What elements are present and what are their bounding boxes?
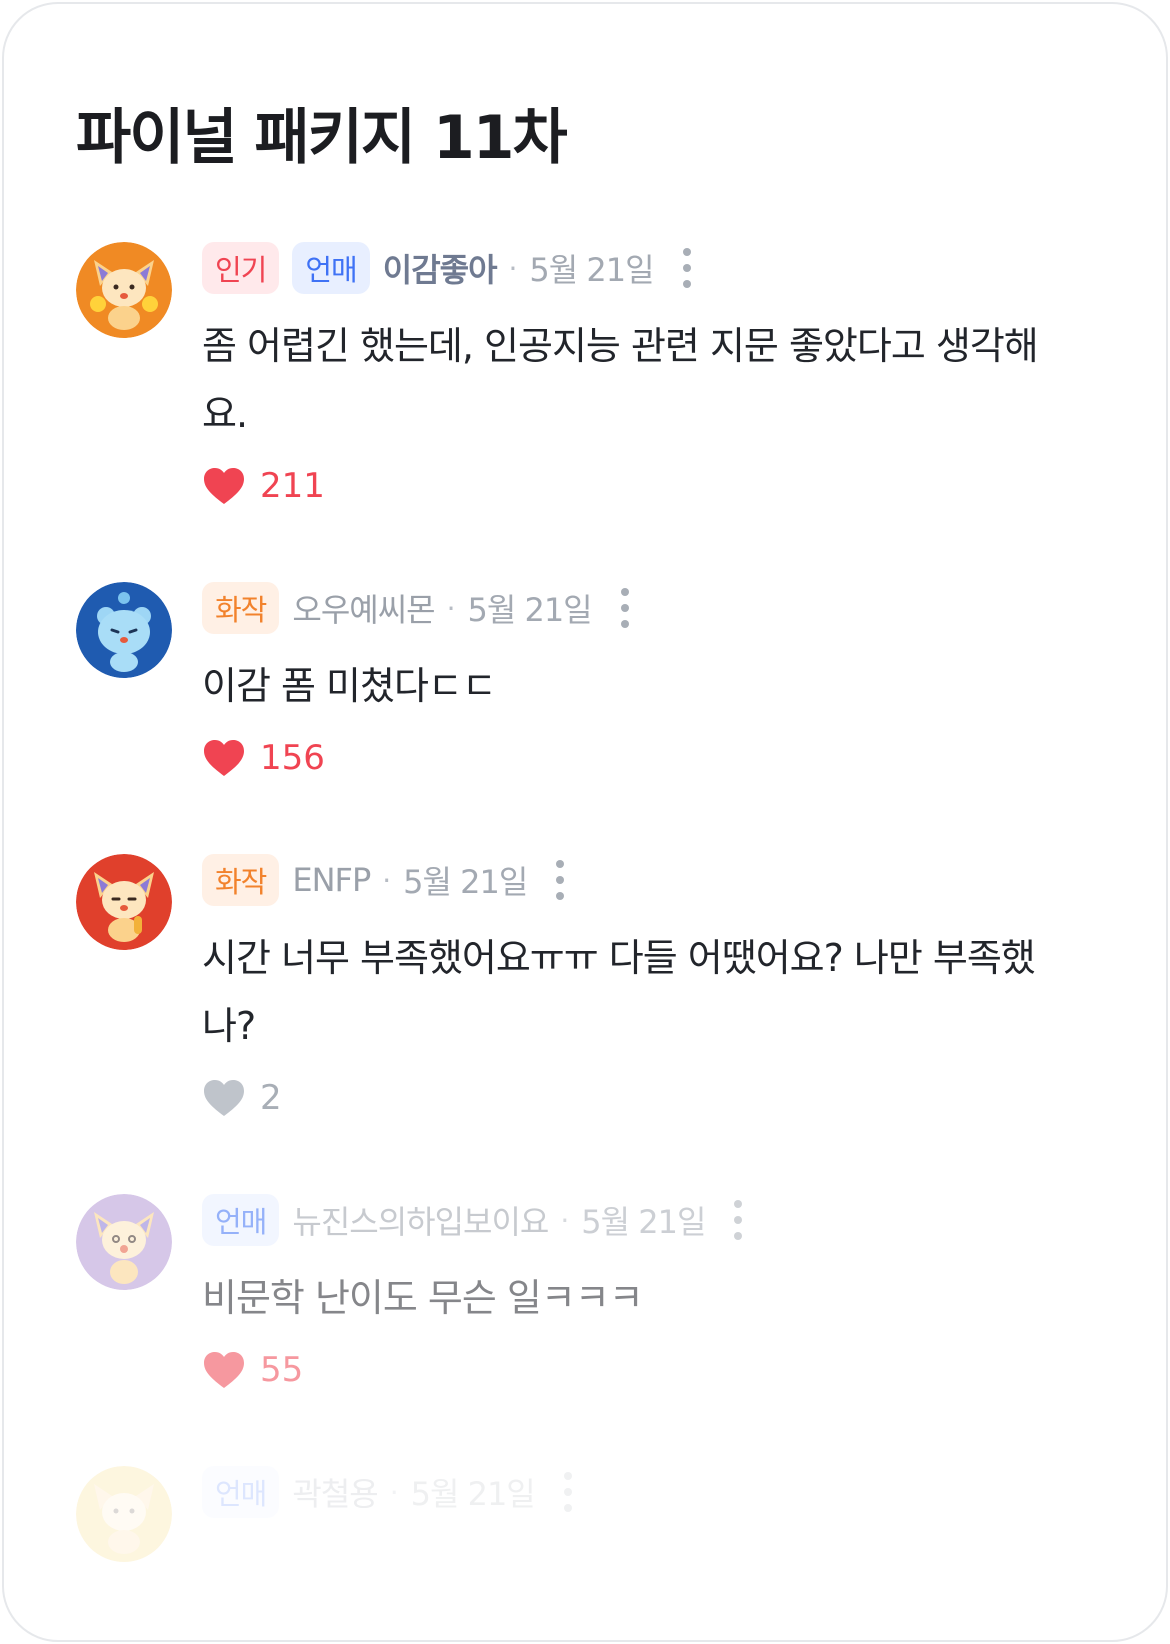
like-count: 2 — [260, 1078, 282, 1118]
more-options-icon[interactable] — [618, 588, 632, 628]
more-options-icon[interactable] — [553, 860, 567, 900]
like-button[interactable]: 2 — [202, 1074, 1082, 1122]
subject-badge: 언매 — [292, 242, 370, 294]
heart-icon — [204, 740, 244, 776]
avatar[interactable] — [76, 582, 172, 678]
author-name[interactable]: 곽철용 — [292, 1469, 378, 1515]
like-count: 156 — [260, 738, 325, 778]
heart-icon — [204, 468, 244, 504]
more-options-icon[interactable] — [680, 248, 694, 288]
separator-dot: · — [389, 1475, 399, 1509]
like-count: 211 — [260, 466, 325, 506]
fox-microphone-avatar-icon — [76, 854, 172, 950]
like-count: 55 — [260, 1350, 304, 1390]
comment-meta: 언매 곽철용 · 5월 21일 — [202, 1466, 1082, 1518]
comment-text: 이감 폼 미쳤다ㄷㄷ — [202, 664, 497, 708]
more-options-icon[interactable] — [561, 1472, 575, 1512]
author-name[interactable]: 뉴진스의하입보이요 — [292, 1197, 549, 1243]
fox-lavender-avatar-icon — [76, 1194, 172, 1290]
avatar[interactable] — [76, 242, 172, 338]
avatar[interactable] — [76, 1466, 172, 1562]
comment-meta: 인기 언매 이감좋아 · 5월 21일 — [202, 242, 1082, 294]
author-name[interactable]: 오우예씨몬 — [292, 585, 435, 631]
comment-text: 좀 어렵긴 했는데, 인공지능 관련 지문 좋았다고 생각해요. — [202, 324, 1039, 436]
comment-text: 시간 너무 부족했어요ㅠㅠ 다들 어땠어요? 나만 부족했나? — [202, 936, 1036, 1048]
subject-badge: 언매 — [202, 1466, 280, 1518]
comment-date: 5월 21일 — [529, 251, 654, 289]
fox-yellow-avatar-icon — [76, 1466, 172, 1562]
separator-dot: · — [446, 591, 456, 625]
comment-date: 5월 21일 — [581, 1203, 706, 1241]
comment-date: 5월 21일 — [467, 591, 592, 629]
author-name[interactable]: 이감좋아 — [383, 245, 498, 291]
comment-meta: 언매 뉴진스의하입보이요 · 5월 21일 — [202, 1194, 1082, 1246]
avatar[interactable] — [76, 854, 172, 950]
fox-cheerleader-avatar-icon — [76, 242, 172, 338]
comment-text: 비문학 난이도 무슨 일ㅋㅋㅋ — [202, 1276, 644, 1320]
page-title: 파이널 패키지 11차 — [76, 103, 568, 173]
like-button[interactable]: 55 — [202, 1346, 1082, 1394]
popular-badge: 인기 — [202, 242, 280, 294]
separator-dot: · — [560, 1203, 570, 1237]
like-button[interactable]: 211 — [202, 462, 1082, 510]
comment-date: 5월 21일 — [410, 1475, 536, 1513]
avatar[interactable] — [76, 1194, 172, 1290]
comment-meta: 화작 오우예씨몬 · 5월 21일 — [202, 582, 1082, 634]
blue-bear-avatar-icon — [76, 582, 172, 678]
comments-card: 파이널 패키지 11차 인기 언매 이감좋아 · 5월 21일 좀 어렵긴 했는… — [2, 2, 1168, 1642]
like-button[interactable]: 156 — [202, 734, 1082, 782]
comment-meta: 화작 ENFP · 5월 21일 — [202, 854, 1082, 906]
more-options-icon[interactable] — [731, 1200, 745, 1240]
subject-badge: 화작 — [202, 854, 280, 906]
heart-icon — [204, 1080, 244, 1116]
author-name[interactable]: ENFP — [292, 861, 371, 899]
subject-badge: 화작 — [202, 582, 280, 634]
subject-badge: 언매 — [202, 1194, 280, 1246]
comment-date: 5월 21일 — [403, 863, 528, 901]
separator-dot: · — [382, 863, 392, 897]
separator-dot: · — [508, 251, 518, 285]
heart-icon — [204, 1352, 244, 1388]
